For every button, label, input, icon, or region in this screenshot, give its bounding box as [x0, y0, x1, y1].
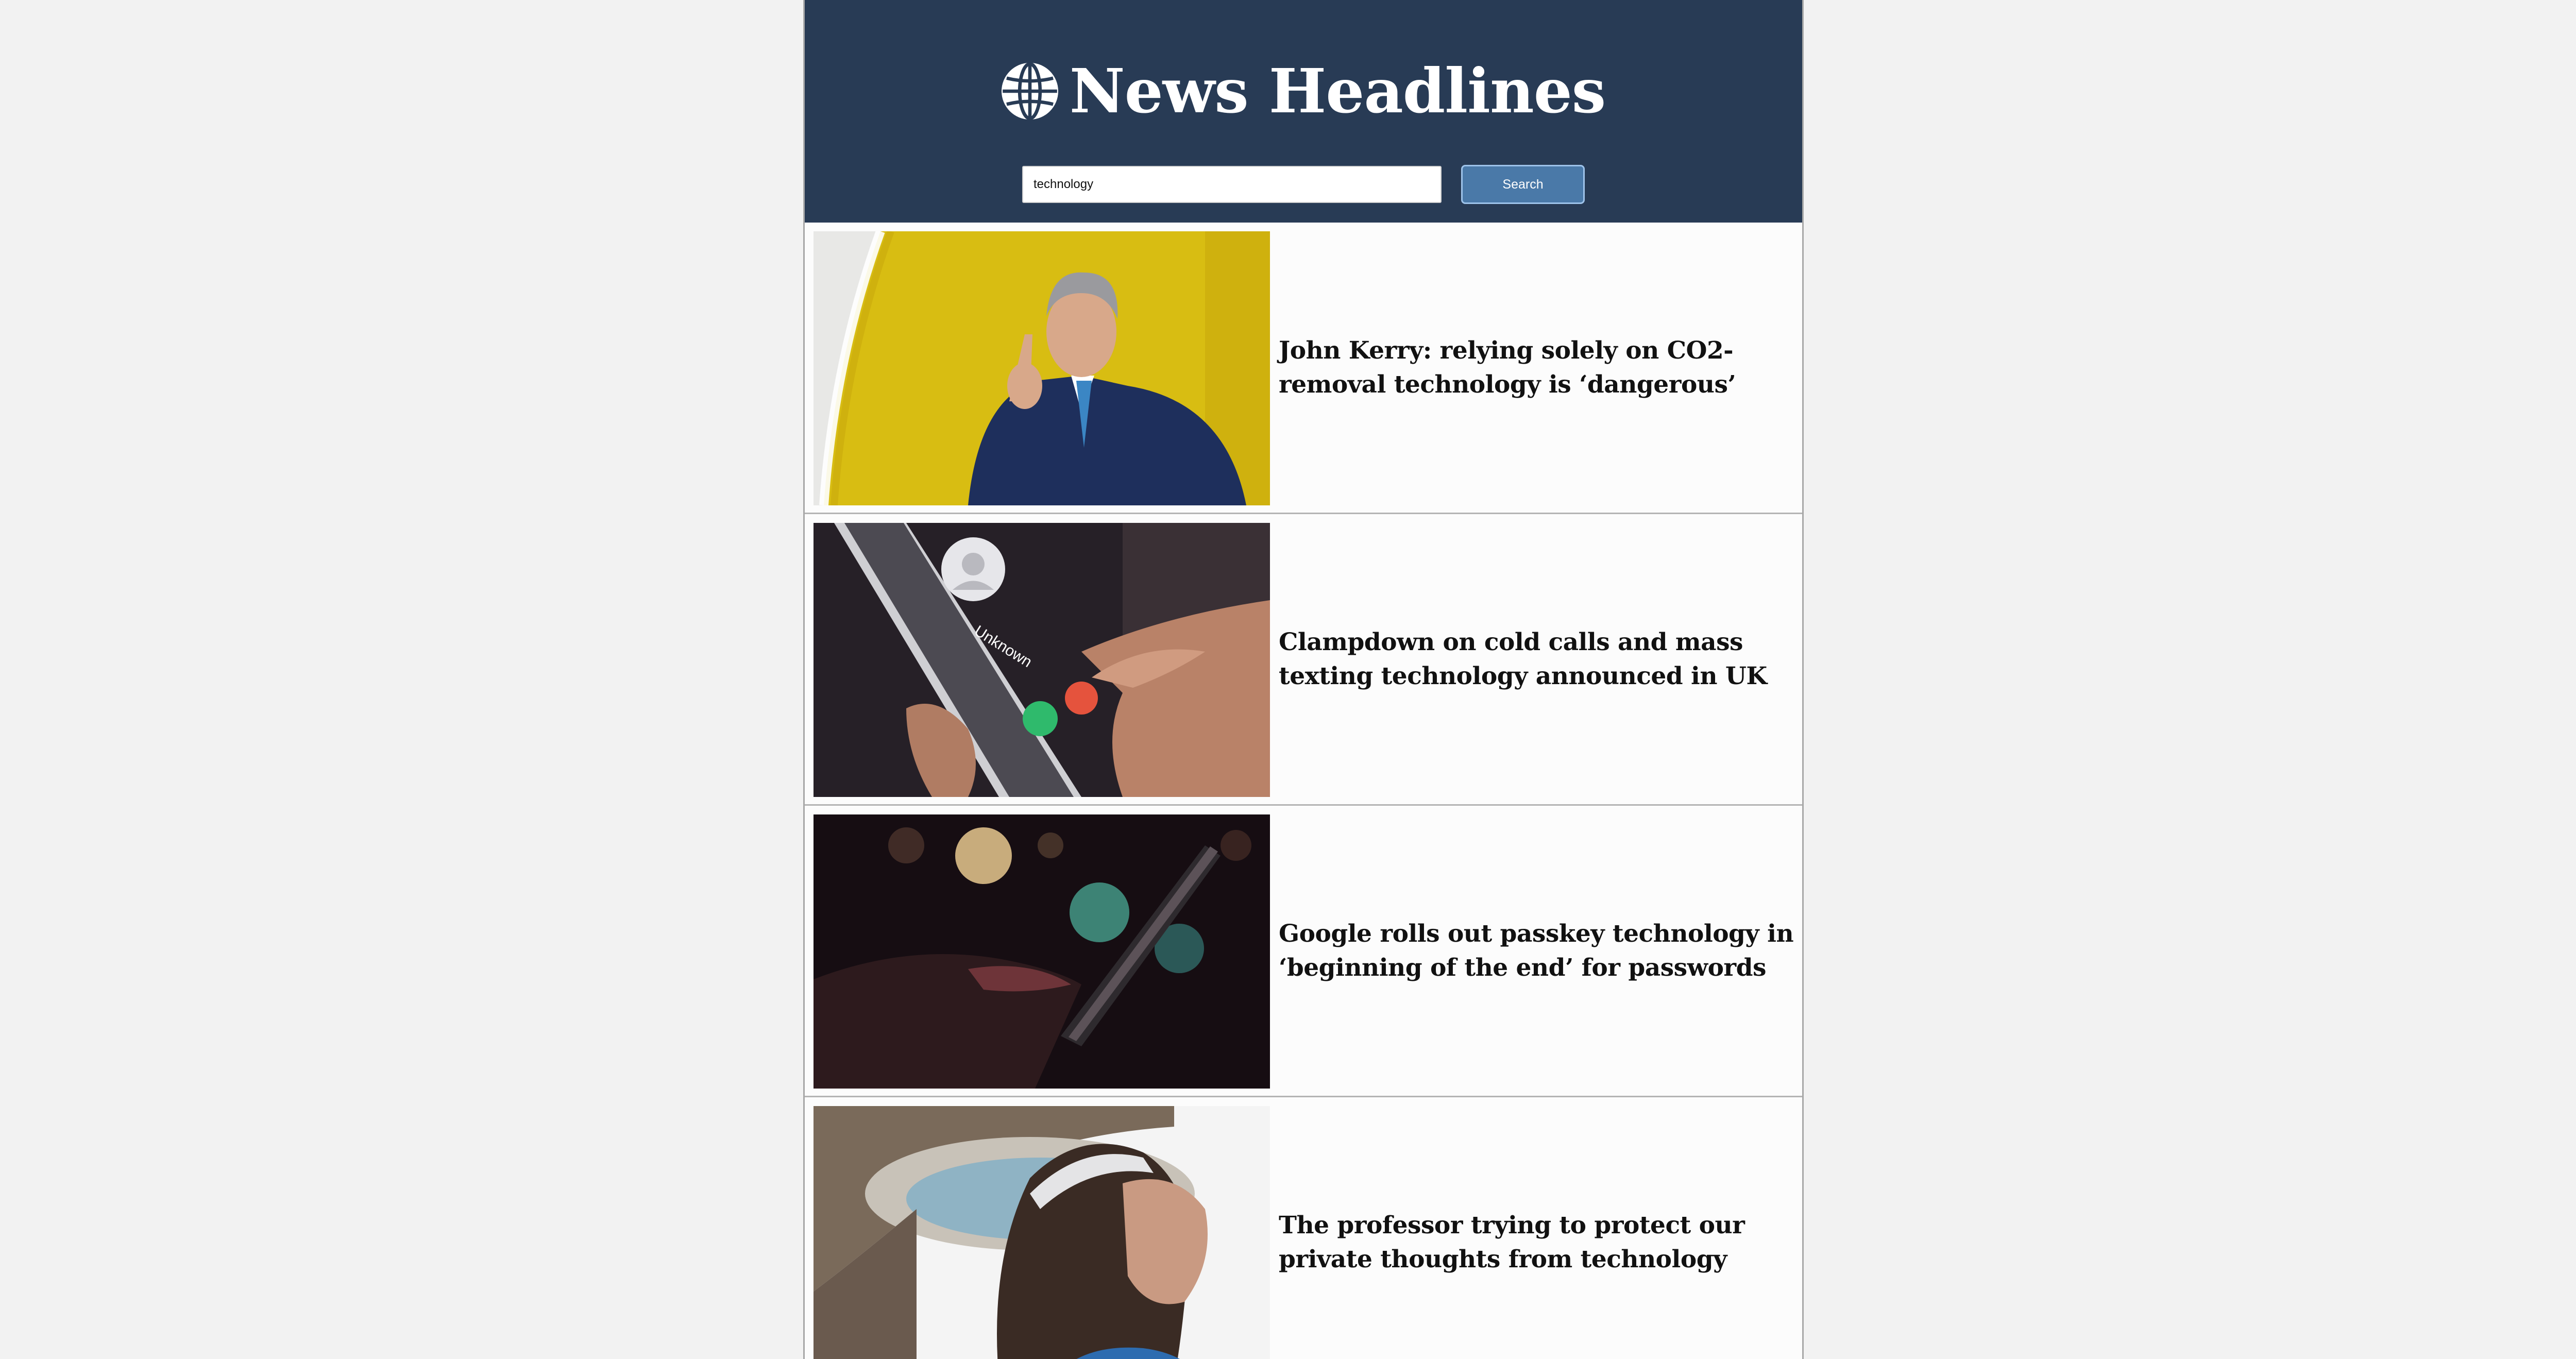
search-button[interactable]: Search [1461, 165, 1585, 204]
search-bar: Search [805, 165, 1802, 204]
globe-icon [1001, 63, 1058, 120]
headline-link[interactable]: Clampdown on cold calls and mass texting… [1279, 625, 1795, 693]
brand: News Headlines [805, 61, 1802, 122]
article-list: John Kerry: relying solely on CO2-remova… [805, 223, 1802, 1359]
headline-link[interactable]: The professor trying to protect our priv… [1279, 1209, 1795, 1277]
article-headline[interactable]: Clampdown on cold calls and mass texting… [1279, 514, 1795, 804]
article-card[interactable]: John Kerry: relying solely on CO2-remova… [805, 223, 1802, 514]
article-image[interactable] [814, 1106, 1270, 1359]
page-title: News Headlines [1069, 55, 1606, 127]
headline-link[interactable]: Google rolls out passkey technology in ‘… [1279, 917, 1795, 985]
article-image[interactable] [814, 231, 1270, 505]
headline-link[interactable]: John Kerry: relying solely on CO2-remova… [1279, 334, 1795, 402]
article-card[interactable]: Google rolls out passkey technology in ‘… [805, 806, 1802, 1097]
article-headline[interactable]: Google rolls out passkey technology in ‘… [1279, 806, 1795, 1096]
article-card[interactable]: Unknown Clampdown on cold calls and mass… [805, 514, 1802, 806]
site-header: News Headlines Search [805, 0, 1802, 223]
search-input[interactable] [1022, 166, 1442, 203]
news-page: News Headlines Search [803, 0, 1804, 1359]
article-image[interactable]: Unknown [814, 523, 1270, 797]
article-card[interactable]: The professor trying to protect our priv… [805, 1097, 1802, 1359]
article-headline[interactable]: The professor trying to protect our priv… [1279, 1097, 1795, 1359]
article-image[interactable] [814, 814, 1270, 1089]
article-headline[interactable]: John Kerry: relying solely on CO2-remova… [1279, 223, 1795, 513]
